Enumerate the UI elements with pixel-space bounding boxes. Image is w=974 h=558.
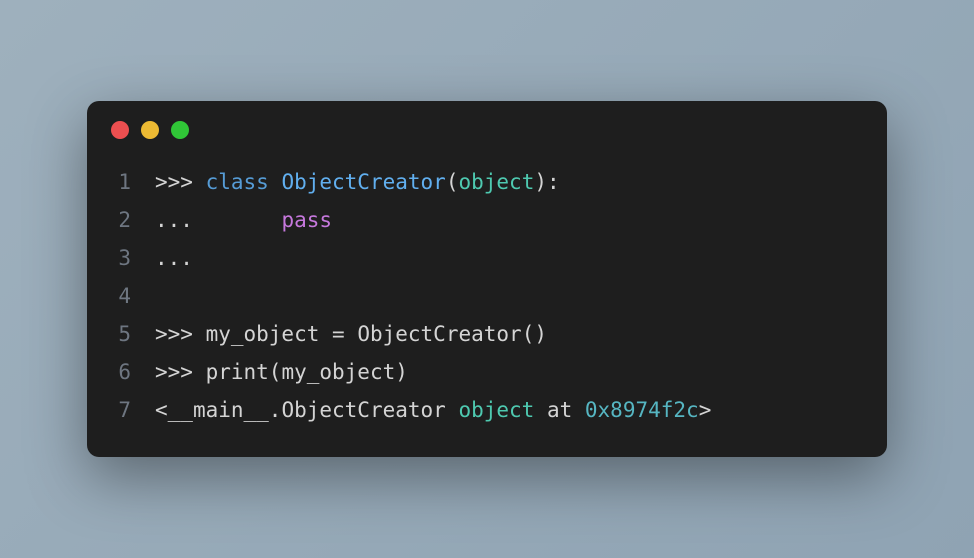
call-token: ObjectCreator [357, 322, 521, 346]
code-line: 3 ... [111, 239, 863, 277]
function-token: print [206, 360, 269, 384]
type-token: object [458, 170, 534, 194]
prompt-token: >>> [155, 360, 206, 384]
line-content: >>> print(my_object) [155, 353, 408, 391]
window-close-button[interactable] [111, 121, 129, 139]
punct-token: ) [395, 360, 408, 384]
code-line: 1 >>> class ObjectCreator(object): [111, 163, 863, 201]
continuation-token: ... [155, 246, 193, 270]
punct-token: < [155, 398, 168, 422]
line-content: ... [155, 239, 193, 277]
line-content: ... pass [155, 201, 332, 239]
line-number: 2 [111, 201, 155, 239]
line-number: 1 [111, 163, 155, 201]
code-line: 6 >>> print(my_object) [111, 353, 863, 391]
window-minimize-button[interactable] [141, 121, 159, 139]
punct-token: ( [522, 322, 535, 346]
line-number: 4 [111, 277, 155, 315]
space-token [269, 170, 282, 194]
punct-token: > [699, 398, 712, 422]
window-header [87, 101, 887, 147]
prompt-token: >>> [155, 322, 206, 346]
module-token: __main__.ObjectCreator [168, 398, 459, 422]
text-token: at [534, 398, 585, 422]
punct-token: ( [446, 170, 459, 194]
type-token: object [458, 398, 534, 422]
code-area: 1 >>> class ObjectCreator(object): 2 ...… [87, 147, 887, 457]
keyword-token: class [206, 170, 269, 194]
space-token [345, 322, 358, 346]
line-content: >>> class ObjectCreator(object): [155, 163, 560, 201]
prompt-token: >>> [155, 170, 206, 194]
punct-token: ) [534, 322, 547, 346]
number-token: 0x8974f2c [585, 398, 699, 422]
code-line: 2 ... pass [111, 201, 863, 239]
line-number: 5 [111, 315, 155, 353]
identifier-token: my_object [206, 322, 332, 346]
line-number: 3 [111, 239, 155, 277]
code-editor-window: 1 >>> class ObjectCreator(object): 2 ...… [87, 101, 887, 457]
identifier-token: my_object [281, 360, 395, 384]
line-number: 7 [111, 391, 155, 429]
line-content: <__main__.ObjectCreator object at 0x8974… [155, 391, 711, 429]
keyword-token: pass [281, 208, 332, 232]
window-maximize-button[interactable] [171, 121, 189, 139]
line-content: >>> my_object = ObjectCreator() [155, 315, 547, 353]
punct-token: : [547, 170, 560, 194]
operator-token: = [332, 322, 345, 346]
code-line: 5 >>> my_object = ObjectCreator() [111, 315, 863, 353]
continuation-token: ... [155, 208, 281, 232]
code-line: 4 [111, 277, 863, 315]
code-line: 7 <__main__.ObjectCreator object at 0x89… [111, 391, 863, 429]
punct-token: ) [534, 170, 547, 194]
punct-token: ( [269, 360, 282, 384]
classname-token: ObjectCreator [281, 170, 445, 194]
line-number: 6 [111, 353, 155, 391]
